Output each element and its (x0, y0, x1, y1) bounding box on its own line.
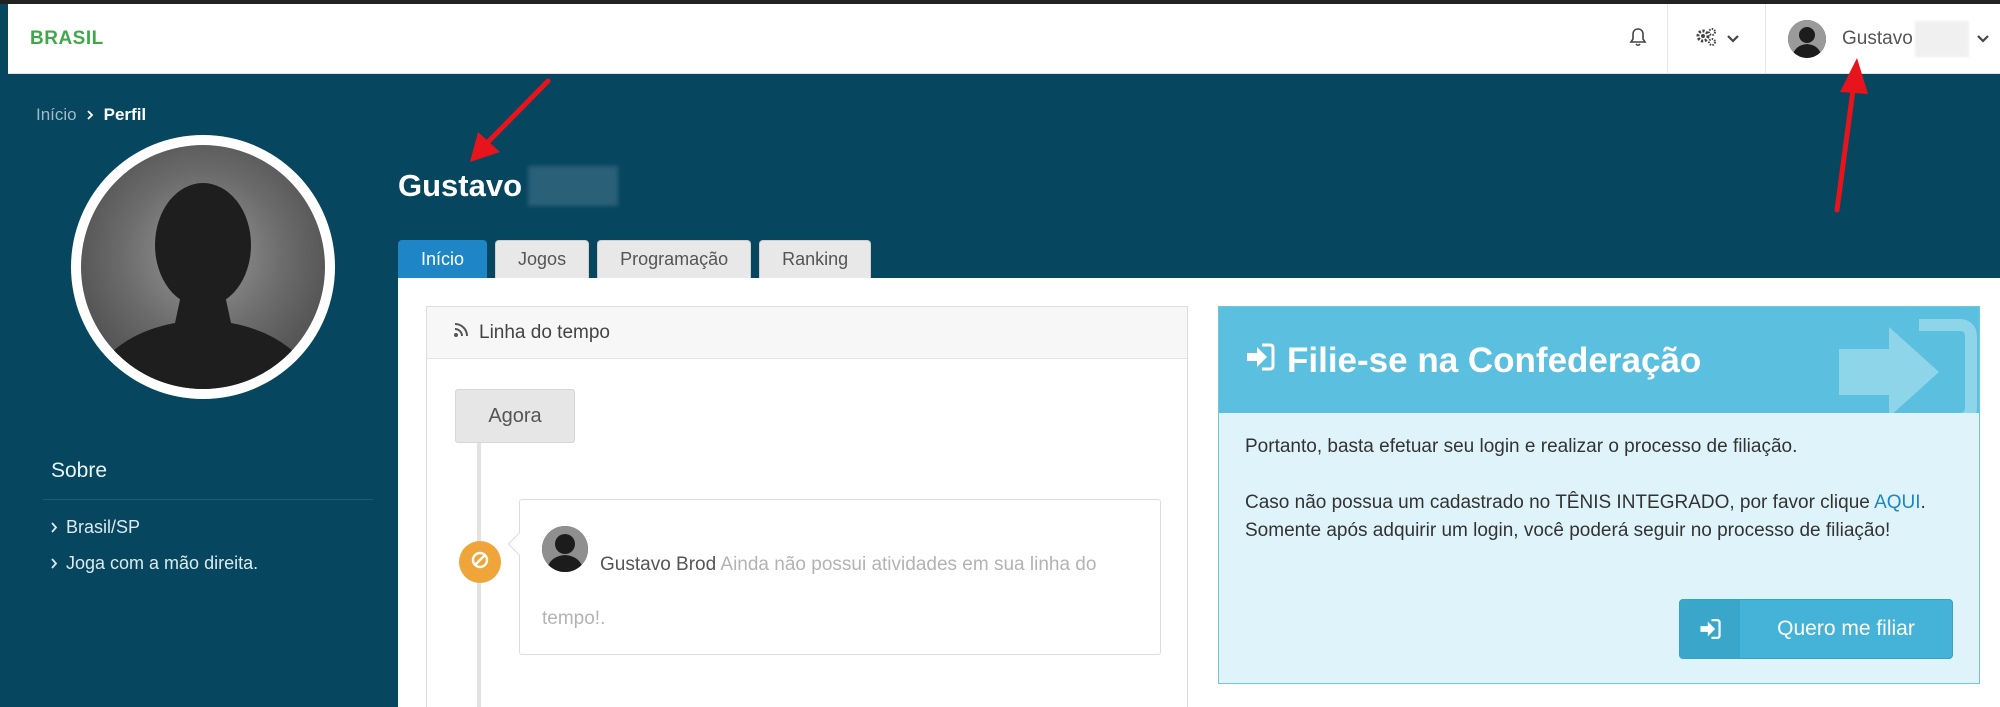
about-item-label: Joga com a mão direita. (66, 553, 259, 573)
user-avatar (1788, 20, 1826, 58)
timeline-now-label: Agora (455, 389, 575, 443)
profile-tabs: Início Jogos Programação Ranking (398, 240, 872, 278)
settings-menu-button[interactable] (1668, 4, 1766, 74)
chevron-right-icon (87, 105, 94, 125)
redacted-surname (1914, 21, 1969, 57)
affiliation-title: Filie-se na Confederação (1245, 341, 1701, 381)
timeline-header: Linha do tempo (427, 307, 1187, 359)
timeline-entry-text: Gustavo Brod Ainda não possui atividades… (542, 538, 1142, 646)
user-menu-button[interactable]: Gustavo (1766, 4, 2000, 74)
breadcrumb-current: Perfil (103, 105, 147, 124)
affiliate-button-label: Quero me filiar (1777, 617, 1915, 640)
timeline-dot (459, 541, 501, 583)
main-content: Linha do tempo Agora Gustavo Brod Ainda … (398, 278, 2000, 707)
about-divider (43, 499, 373, 500)
profile-name-heading: Gustavo (398, 166, 619, 206)
chevron-down-icon (1976, 30, 1989, 48)
annotation-arrow-profile-name (470, 78, 551, 162)
about-title: Sobre (51, 459, 108, 482)
chevron-down-icon (1726, 30, 1739, 48)
gears-icon (1695, 27, 1717, 52)
bell-icon (1629, 27, 1647, 52)
affiliation-paragraph-1: Portanto, basta efetuar seu login e real… (1245, 436, 1798, 457)
top-navbar: BRASIL Gustavo (8, 4, 2000, 74)
chevron-right-icon (51, 517, 58, 538)
timeline-title: Linha do tempo (479, 321, 610, 343)
entry-author[interactable]: Gustavo Brod (600, 554, 716, 575)
profile-photo (71, 135, 335, 399)
breadcrumb: Início Perfil (36, 105, 146, 125)
brand-logo[interactable]: BRASIL (30, 28, 104, 50)
rss-icon (453, 322, 469, 344)
notifications-button[interactable] (1608, 4, 1668, 74)
sign-in-icon (1245, 341, 1275, 381)
tab-jogos[interactable]: Jogos (495, 240, 590, 278)
about-item-location: Brasil/SP (51, 517, 140, 538)
timeline-entry: Gustavo Brod Ainda não possui atividades… (507, 499, 1161, 655)
breadcrumb-home[interactable]: Início (36, 105, 77, 125)
user-name: Gustavo (1842, 28, 1913, 49)
tab-programacao[interactable]: Programação (597, 240, 752, 278)
affiliation-header: Filie-se na Confederação (1219, 307, 1979, 413)
affiliation-paragraph-2: Caso não possua um cadastrado no TÊNIS I… (1245, 492, 1926, 541)
affiliate-button[interactable]: Quero me filiar (1679, 599, 1953, 659)
chevron-right-icon (51, 553, 58, 574)
timeline-panel: Linha do tempo Agora Gustavo Brod Ainda … (426, 306, 1188, 707)
about-item-hand: Joga com a mão direita. (51, 553, 258, 574)
sign-in-watermark-icon (1829, 317, 1979, 413)
affiliation-panel: Filie-se na Confederação Portanto, basta… (1218, 306, 1980, 684)
ban-icon (471, 551, 489, 574)
annotation-arrow-user-menu (1834, 58, 1868, 213)
register-link[interactable]: AQUI (1874, 492, 1920, 513)
profile-sidebar: Início Perfil Sobre Brasil/SP Joga com a… (8, 75, 398, 707)
profile-name: Gustavo (398, 168, 523, 203)
redacted-surname (528, 166, 619, 206)
tab-ranking[interactable]: Ranking (759, 240, 872, 278)
sign-in-icon (1680, 600, 1740, 658)
tab-inicio[interactable]: Início (398, 240, 488, 278)
about-item-label: Brasil/SP (66, 517, 141, 537)
affiliation-body: Portanto, basta efetuar seu login e real… (1245, 433, 1957, 573)
